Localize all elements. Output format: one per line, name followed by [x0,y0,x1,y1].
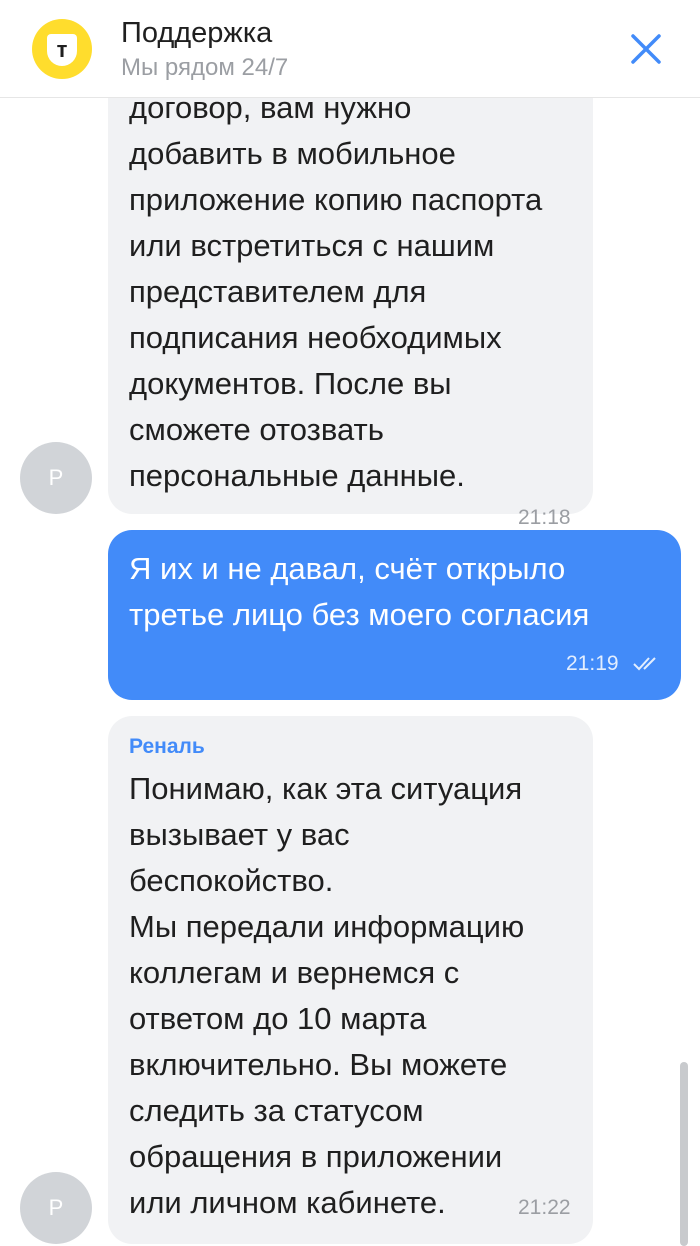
scrollbar-thumb[interactable] [680,1062,688,1246]
double-check-icon [633,657,656,671]
chat-header: т Поддержка Мы рядом 24/7 [0,0,700,98]
message-text: договор, вам нужно добавить в мобильное … [129,90,543,493]
avatar-letter: Р [48,1195,64,1220]
message-time: 21:22 [518,1196,571,1219]
agent-avatar[interactable]: Р [20,1172,92,1244]
close-button[interactable] [622,28,672,72]
avatar-letter: Р [48,465,64,490]
incoming-message-bubble: Реналь Понимаю, как эта ситуация вызывае… [108,716,593,1244]
outgoing-message-bubble: Я их и не давал, счёт открыло третье лиц… [108,530,681,700]
shield-icon: т [47,34,77,66]
message-time: 21:19 [566,652,619,675]
message-text: Я их и не давал, счёт открыло третье лиц… [129,551,590,632]
message-time: 21:18 [518,506,571,529]
close-icon [631,34,661,64]
incoming-message-bubble: договор, вам нужно добавить в мобильное … [108,40,593,529]
sender-name: Реналь [129,735,205,758]
support-logo: т [32,19,92,79]
chat-subtitle: Мы рядом 24/7 [121,54,289,81]
logo-letter: т [56,37,68,62]
chat-screen: договор, вам нужно добавить в мобильное … [0,0,700,1246]
agent-avatar[interactable]: Р [20,442,92,514]
chat-title: Поддержка [121,17,273,49]
message-text: Понимаю, как эта ситуация вызывает у вас… [129,771,525,1220]
